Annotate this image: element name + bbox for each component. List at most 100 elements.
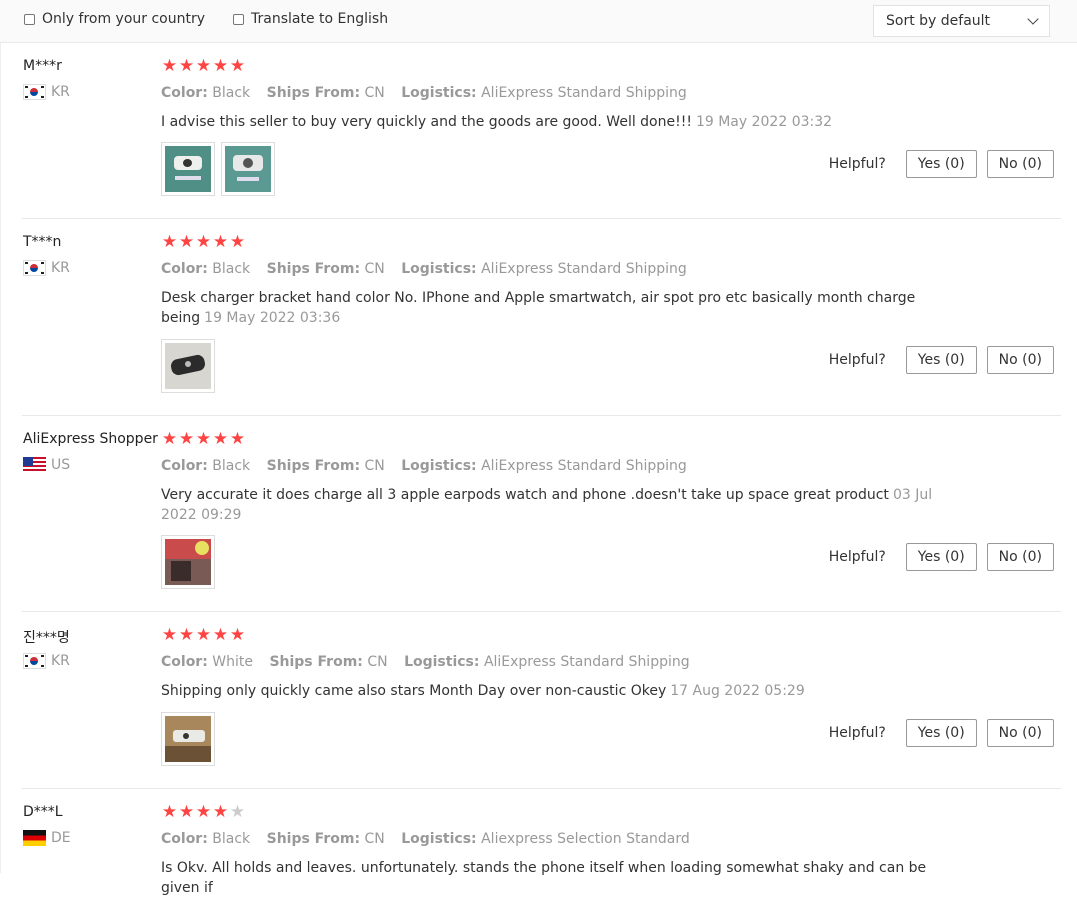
star-icon: ★ (161, 56, 178, 76)
reviewer-name: M***r (23, 58, 62, 74)
review-item: AliExpress Shopper US ★ ★ ★ ★ ★ Color: Black… (22, 431, 1061, 612)
logistics-value: AliExpress Standard Shipping (481, 261, 687, 277)
flag-kr-icon (23, 260, 46, 276)
review-photos (161, 339, 221, 393)
star-icon: ★ (161, 625, 178, 645)
flag-kr-icon (23, 84, 46, 100)
star-icon: ★ (212, 56, 229, 76)
ships-from-value: CN (367, 654, 388, 670)
review-text: Desk charger bracket hand color No. IPho… (161, 288, 951, 328)
flag-de-icon (23, 830, 46, 846)
star-rating: ★ ★ ★ ★ ★ (161, 431, 246, 448)
star-icon: ★ (195, 56, 212, 76)
star-rating: ★ ★ ★ ★ ★ (161, 234, 246, 251)
star-icon: ★ (229, 232, 246, 252)
reviewer-name: T***n (23, 234, 62, 250)
chevron-down-icon (1027, 13, 1039, 25)
review-attributes: Color: Black Ships From: CN Logistics: A… (161, 458, 699, 474)
reviewer-country: DE (23, 830, 71, 846)
country-code: KR (51, 653, 70, 669)
review-date: 19 May 2022 03:32 (695, 114, 833, 130)
logistics-label: Logistics: (401, 831, 477, 847)
star-icon: ★ (229, 625, 246, 645)
star-rating: ★ ★ ★ ★ ★ (161, 58, 246, 75)
star-icon: ★ (161, 802, 178, 822)
country-code: KR (51, 260, 70, 276)
review-body: Is Okv. All holds and leaves. unfortunat… (161, 860, 927, 896)
review-photo[interactable] (161, 142, 215, 196)
helpful-yes-button[interactable]: Yes (0) (905, 346, 977, 374)
ships-from-value: CN (364, 831, 385, 847)
review-photo[interactable] (161, 712, 215, 766)
review-date: 19 May 2022 03:36 (204, 310, 341, 326)
star-rating: ★ ★ ★ ★ ★ (161, 804, 246, 821)
helpful-votes: Helpful? Yes (0) No (0) (829, 719, 1054, 747)
review-body: Very accurate it does charge all 3 apple… (161, 487, 889, 503)
star-icon: ★ (229, 56, 246, 76)
helpful-no-button[interactable]: No (0) (986, 719, 1054, 747)
helpful-no-button[interactable]: No (0) (986, 543, 1054, 571)
review-item: T***n KR ★ ★ ★ ★ ★ Color: Black Ships From: … (22, 234, 1061, 416)
helpful-votes: Helpful? Yes (0) No (0) (829, 543, 1054, 571)
helpful-label: Helpful? (828, 549, 886, 565)
logistics-label: Logistics: (401, 261, 477, 277)
star-rating: ★ ★ ★ ★ ★ (161, 627, 246, 644)
sort-selected-value: Sort by default (886, 13, 991, 29)
helpful-votes: Helpful? Yes (0) No (0) (829, 346, 1054, 374)
ships-from-value: CN (364, 458, 385, 474)
color-label: Color: (161, 85, 208, 101)
star-icon: ★ (161, 429, 178, 449)
ships-from-value: CN (364, 85, 385, 101)
review-photos (161, 535, 221, 589)
star-icon: ★ (212, 429, 229, 449)
color-label: Color: (161, 261, 208, 277)
color-value: Black (212, 85, 251, 101)
logistics-label: Logistics: (401, 85, 477, 101)
helpful-no-button[interactable]: No (0) (986, 150, 1054, 178)
review-photos (161, 142, 281, 196)
reviewer-name: D***L (23, 804, 63, 820)
review-attributes: Color: White Ships From: CN Logistics: A… (161, 654, 702, 670)
star-icon: ★ (195, 802, 212, 822)
review-item: M***r KR ★ ★ ★ ★ ★ Color: Black Ships From: … (22, 58, 1061, 219)
translate-checkbox[interactable] (233, 13, 244, 25)
review-text: Is Okv. All holds and leaves. unfortunat… (161, 858, 951, 898)
helpful-label: Helpful? (828, 352, 886, 368)
helpful-no-button[interactable]: No (0) (986, 346, 1054, 374)
review-attributes: Color: Black Ships From: CN Logistics: A… (161, 261, 699, 277)
ships-from-label: Ships From: (266, 261, 361, 277)
helpful-yes-button[interactable]: Yes (0) (905, 719, 977, 747)
country-code: DE (51, 830, 71, 846)
only-country-checkbox[interactable] (24, 13, 35, 25)
review-text: Shipping only quickly came also stars Mo… (161, 681, 951, 701)
logistics-value: AliExpress Standard Shipping (483, 654, 690, 670)
country-code: US (51, 457, 71, 473)
logistics-label: Logistics: (401, 458, 477, 474)
helpful-label: Helpful? (828, 156, 886, 172)
ships-from-label: Ships From: (266, 458, 361, 474)
review-photo[interactable] (221, 142, 275, 196)
translate-label: Translate to English (251, 11, 389, 27)
review-attributes: Color: Black Ships From: CN Logistics: A… (161, 85, 699, 101)
color-label: Color: (161, 654, 208, 670)
translate-option[interactable]: Translate to English (233, 11, 388, 27)
logistics-value: AliExpress Standard Shipping (481, 458, 687, 474)
star-icon: ★ (212, 802, 229, 822)
helpful-yes-button[interactable]: Yes (0) (905, 150, 977, 178)
helpful-yes-button[interactable]: Yes (0) (905, 543, 977, 571)
ships-from-label: Ships From: (266, 831, 361, 847)
sort-select[interactable]: Sort by default (873, 5, 1050, 37)
review-photo[interactable] (161, 339, 215, 393)
review-photo[interactable] (161, 535, 215, 589)
star-icon: ★ (195, 429, 212, 449)
reviewer-name: AliExpress Shopper (23, 431, 158, 447)
star-icon: ★ (212, 625, 229, 645)
star-icon: ★ (178, 232, 195, 252)
reviewer-country: KR (23, 260, 70, 276)
review-text: Very accurate it does charge all 3 apple… (161, 485, 951, 525)
color-value: Black (212, 458, 251, 474)
logistics-value: Aliexpress Selection Standard (481, 831, 690, 847)
only-country-option[interactable]: Only from your country (24, 11, 205, 27)
reviewer-country: KR (23, 653, 70, 669)
flag-us-icon (23, 457, 46, 473)
